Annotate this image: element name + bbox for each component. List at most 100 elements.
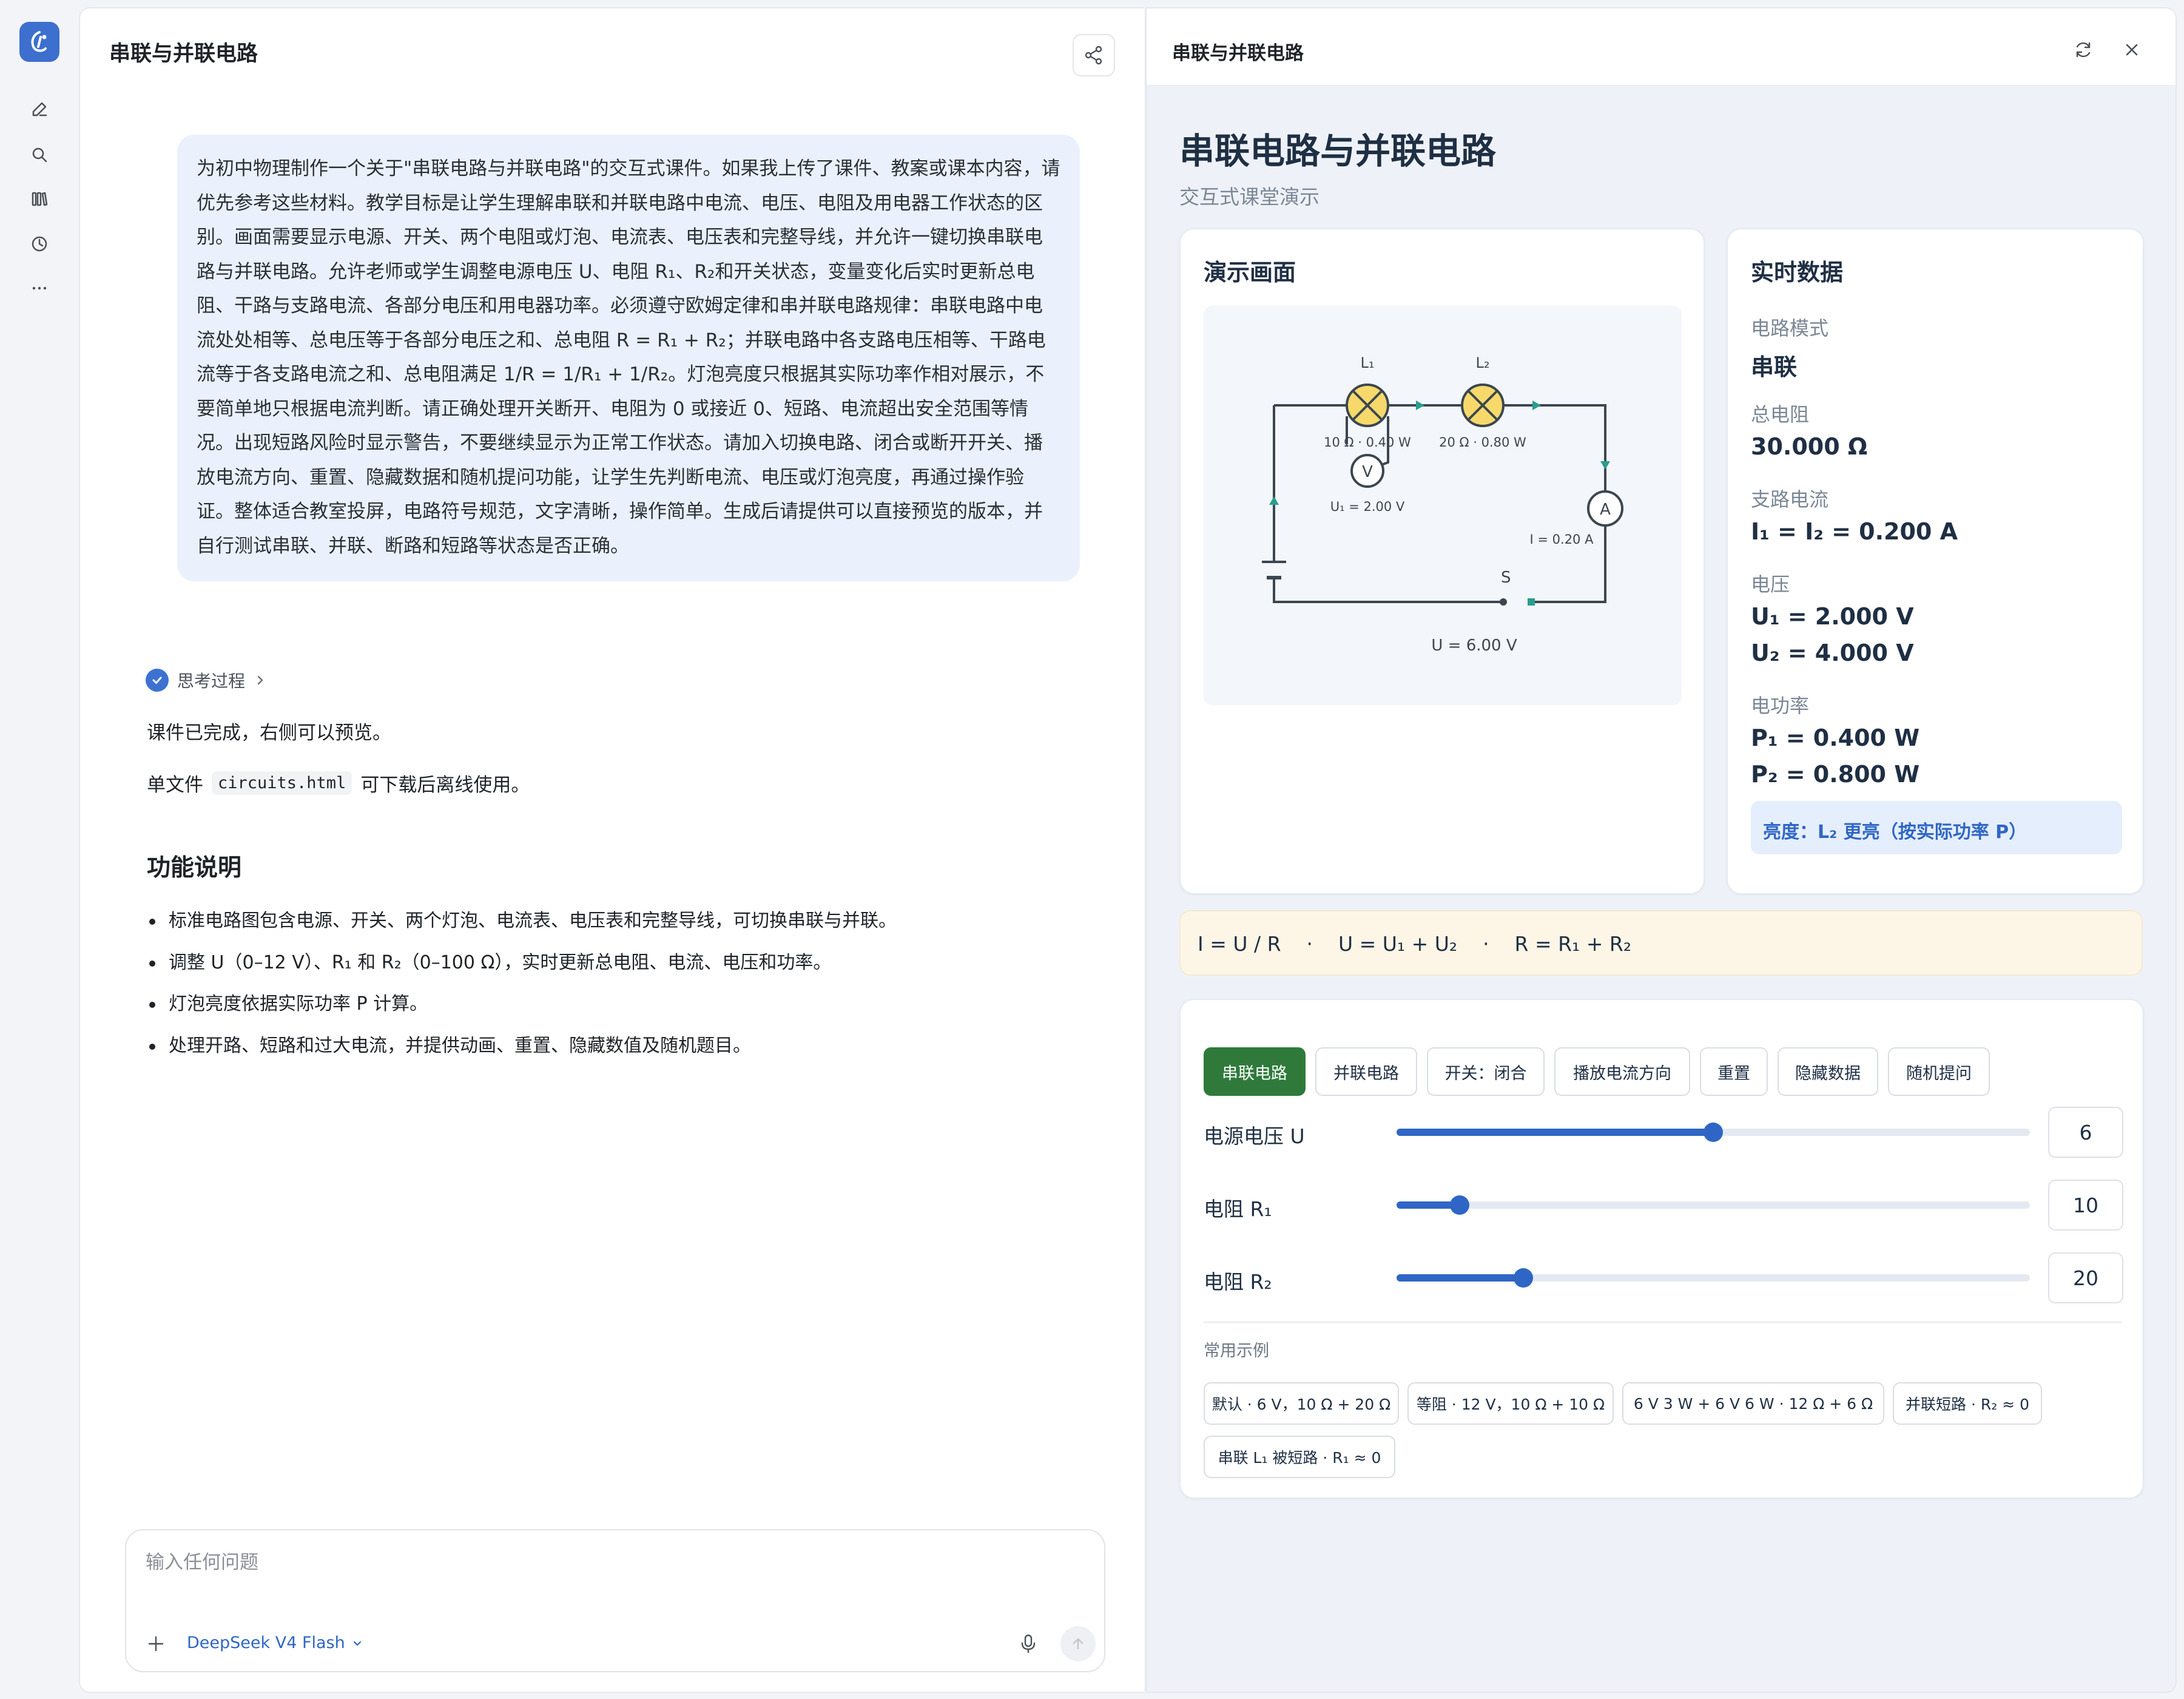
file-name-code: circuits.html: [212, 771, 352, 795]
r1-input[interactable]: [2048, 1180, 2123, 1231]
demo-card: 演示画面 S L₁ 10 Ω · 0.40 W L₂ 20 Ω · 0.80 W…: [1179, 228, 1705, 894]
slider-fill: [1397, 1274, 1523, 1282]
close-button[interactable]: [2115, 33, 2149, 67]
icon-rail: [0, 0, 79, 1699]
circuit-canvas: S L₁ 10 Ω · 0.40 W L₂ 20 Ω · 0.80 W V U₁…: [1204, 306, 1682, 705]
voltmeter: V U₁ = 2.00 V: [1330, 454, 1405, 514]
current-arrows: [1269, 400, 1610, 505]
r2-input[interactable]: [2048, 1252, 2123, 1303]
answer-prefix: 单文件: [147, 774, 203, 796]
app-logo[interactable]: [19, 22, 59, 62]
ammeter-symbol: A: [1600, 501, 1611, 519]
mode-label: 电路模式: [1751, 317, 1829, 340]
formula-bar: I = U / R · U = U₁ + U₂ · R = R₁ + R₂: [1179, 910, 2143, 976]
model-selector[interactable]: DeepSeek V4 Flash: [187, 1633, 363, 1652]
current-value: I₁ = I₂ = 0.200 A: [1751, 518, 1958, 545]
hide-data-button[interactable]: 隐藏数据: [1778, 1047, 1878, 1096]
current-arrow: [1600, 461, 1610, 470]
search-button[interactable]: [24, 140, 55, 170]
voltage-u1: U₁ = 2.000 V: [1751, 603, 1914, 630]
reset-button[interactable]: 重置: [1700, 1047, 1768, 1096]
lamp-1-name: L₁: [1361, 354, 1375, 371]
voice-button[interactable]: [1012, 1627, 1045, 1660]
slider-r1[interactable]: [1397, 1195, 2030, 1215]
lamp-2-name: L₂: [1476, 354, 1490, 371]
list-item: 调整 U（0–12 V）、R₁ 和 R₂（0–100 Ω），实时更新总电阻、电流…: [147, 942, 1142, 984]
switch-label: S: [1501, 569, 1511, 587]
controls-card: 串联电路 并联电路 开关：闭合 播放电流方向 重置 隐藏数据 随机提问 电源电压…: [1179, 999, 2144, 1499]
clock-icon: [32, 236, 47, 252]
microphone-icon: [1021, 1634, 1036, 1653]
parallel-button[interactable]: 并联电路: [1315, 1047, 1417, 1096]
power-p2: P₂ = 0.800 W: [1751, 761, 1920, 788]
current-arrow: [1532, 400, 1541, 410]
examples-label: 常用示例: [1204, 1342, 1269, 1360]
realtime-card: 实时数据 电路模式 串联 总电阻 30.000 Ω 支路电流 I₁ = I₂ =…: [1727, 228, 2144, 894]
voltage-u2: U₂ = 4.000 V: [1751, 640, 1914, 666]
voltage-label: 电压: [1751, 573, 1790, 596]
page-title: 串联电路与并联电路: [1179, 130, 1497, 172]
preview-title: 串联与并联电路: [1172, 42, 1304, 64]
library-button[interactable]: [24, 184, 55, 214]
random-quiz-button[interactable]: 随机提问: [1888, 1047, 1990, 1096]
example-button[interactable]: 串联 L₁ 被短路 · R₁ ≈ 0: [1204, 1436, 1395, 1478]
slider-handle[interactable]: [1513, 1268, 1533, 1288]
answer-text-2: 单文件 circuits.html 可下载后离线使用。: [147, 769, 530, 797]
refresh-button[interactable]: [2066, 33, 2100, 67]
mode-value: 串联: [1751, 354, 1798, 380]
user-message: 为初中物理制作一个关于"串联电路与并联电路"的交互式课件。如果我上传了课件、教案…: [177, 135, 1080, 581]
play-current-button[interactable]: 播放电流方向: [1554, 1047, 1690, 1096]
chevron-down-icon: [353, 1641, 361, 1646]
more-dots-icon: [32, 286, 47, 290]
example-button[interactable]: 等阻 · 12 V，10 Ω + 10 Ω: [1407, 1382, 1614, 1425]
slider-label-r2: 电阻 R₂: [1204, 1270, 1272, 1294]
chat-input[interactable]: [144, 1547, 1054, 1578]
voltmeter-symbol: V: [1362, 463, 1373, 481]
share-button[interactable]: [1073, 34, 1115, 76]
chevron-right-icon: [257, 675, 263, 685]
series-button[interactable]: 串联电路: [1204, 1047, 1306, 1096]
thinking-toggle[interactable]: 思考过程: [146, 667, 267, 694]
lamp-1: L₁ 10 Ω · 0.40 W: [1324, 354, 1411, 450]
answer-text-1: 课件已完成，右侧可以预览。: [147, 722, 391, 744]
list-item: 标准电路图包含电源、开关、两个灯泡、电流表、电压表和完整导线，可切换串联与并联。: [147, 900, 1142, 942]
switch-toggle-button[interactable]: 开关：闭合: [1427, 1047, 1545, 1096]
slider-voltage[interactable]: [1397, 1123, 2030, 1142]
new-chat-button[interactable]: [24, 94, 55, 124]
brightness-note: 亮度：L₂ 更亮（按实际功率 P）: [1751, 801, 2122, 854]
features-heading: 功能说明: [147, 854, 242, 882]
edit-icon: [32, 102, 47, 117]
answer-suffix: 可下载后离线使用。: [360, 774, 530, 796]
preview-panel: 串联与并联电路 串联电路与并联电路 交互式课堂演示 演示画面 S L₁ 10 Ω…: [1145, 7, 2177, 1693]
composer: DeepSeek V4 Flash: [125, 1529, 1105, 1672]
more-button[interactable]: [24, 273, 55, 303]
ammeter: A I = 0.20 A: [1530, 490, 1623, 547]
app-logo-icon: [31, 31, 47, 52]
slider-label-r1: 电阻 R₁: [1204, 1197, 1272, 1221]
list-item: 灯泡亮度依据实际功率 P 计算。: [147, 984, 1142, 1025]
current-arrow: [1416, 400, 1424, 410]
voltmeter-reading: U₁ = 2.00 V: [1330, 499, 1405, 514]
power-p1: P₁ = 0.400 W: [1751, 725, 1920, 751]
arrow-up-icon: [1073, 1638, 1084, 1650]
example-button[interactable]: 默认 · 6 V，10 Ω + 20 Ω: [1204, 1382, 1399, 1425]
example-button[interactable]: 并联短路 · R₂ ≈ 0: [1893, 1382, 2042, 1425]
switch: S: [1500, 569, 1535, 606]
slider-handle[interactable]: [1450, 1195, 1470, 1215]
lamp-2: L₂ 20 Ω · 0.80 W: [1439, 354, 1526, 450]
close-icon: [2126, 44, 2138, 56]
wire: [1273, 578, 1503, 603]
send-button[interactable]: [1060, 1626, 1096, 1661]
power-label: 电功率: [1751, 694, 1810, 717]
slider-r2[interactable]: [1397, 1268, 2030, 1288]
slider-handle[interactable]: [1704, 1123, 1723, 1142]
attach-button[interactable]: [141, 1629, 171, 1659]
slider-label-voltage: 电源电压 U: [1204, 1124, 1305, 1148]
feature-list: 标准电路图包含电源、开关、两个灯泡、电流表、电压表和完整导线，可切换串联与并联。…: [147, 900, 1142, 1067]
history-button[interactable]: [24, 229, 55, 259]
library-icon: [32, 192, 48, 206]
example-button[interactable]: 6 V 3 W + 6 V 6 W · 12 Ω + 6 Ω: [1622, 1382, 1884, 1425]
refresh-icon: [2076, 42, 2091, 58]
voltage-input[interactable]: [2048, 1107, 2123, 1158]
battery: [1262, 561, 1286, 579]
